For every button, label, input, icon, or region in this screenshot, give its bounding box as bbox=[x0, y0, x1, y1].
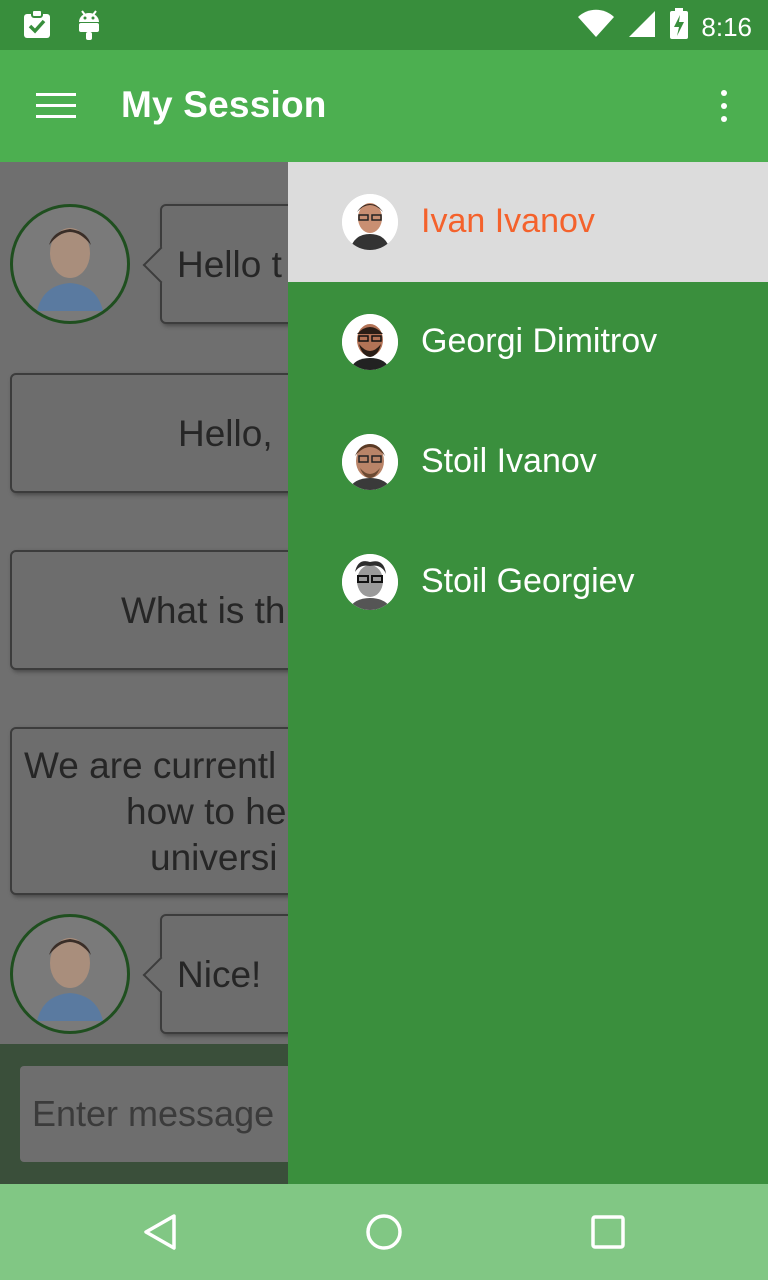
android-icon bbox=[76, 8, 102, 45]
avatar bbox=[10, 914, 130, 1034]
drawer-item-label: Stoil Ivanov bbox=[421, 442, 597, 480]
message-bubble: We are currentl how to he universi bbox=[10, 727, 330, 895]
drawer-item-label: Georgi Dimitrov bbox=[421, 322, 658, 360]
home-icon[interactable] bbox=[364, 1212, 404, 1252]
message-text: Nice! bbox=[177, 954, 262, 995]
page-title: My Session bbox=[121, 84, 327, 125]
drawer-item-stoil-ivanov[interactable]: Stoil Ivanov bbox=[288, 402, 768, 522]
drawer-item-stoil-georgiev[interactable]: Stoil Georgiev bbox=[288, 522, 768, 642]
message-text: What is th bbox=[121, 590, 286, 631]
system-nav-bar bbox=[0, 1184, 768, 1280]
back-icon[interactable] bbox=[140, 1212, 180, 1252]
drawer-item-georgi-dimitrov[interactable]: Georgi Dimitrov bbox=[288, 282, 768, 402]
wifi-icon bbox=[577, 9, 615, 44]
navigation-drawer: Ivan Ivanov Georgi Dimitrov Stoil Ivanov… bbox=[288, 162, 768, 1184]
message-text: Hello, bbox=[178, 413, 273, 454]
clipboard-check-icon bbox=[22, 8, 52, 45]
drawer-item-label: Ivan Ivanov bbox=[421, 202, 595, 240]
drawer-item-label: Stoil Georgiev bbox=[421, 562, 635, 600]
message-bubble: Hello, bbox=[10, 373, 330, 493]
recents-icon[interactable] bbox=[588, 1212, 628, 1252]
more-vert-icon[interactable] bbox=[718, 90, 730, 124]
message-text-line: universi bbox=[150, 837, 278, 878]
message-text: Hello t bbox=[177, 244, 282, 285]
app-bar: My Session bbox=[0, 50, 768, 162]
battery-charging-icon bbox=[669, 8, 689, 45]
message-text-line: We are currentl bbox=[24, 745, 277, 786]
message-bubble: What is th bbox=[10, 550, 330, 670]
avatar bbox=[342, 314, 398, 370]
avatar bbox=[10, 204, 130, 324]
clock: 8:16 bbox=[701, 11, 752, 42]
signal-icon bbox=[627, 9, 657, 44]
status-bar: 8:16 bbox=[0, 0, 768, 50]
avatar bbox=[342, 434, 398, 490]
avatar bbox=[342, 554, 398, 610]
message-text-line: how to he bbox=[126, 791, 287, 832]
drawer-item-ivan-ivanov[interactable]: Ivan Ivanov bbox=[288, 162, 768, 282]
hamburger-icon[interactable] bbox=[36, 93, 76, 119]
avatar bbox=[342, 194, 398, 250]
